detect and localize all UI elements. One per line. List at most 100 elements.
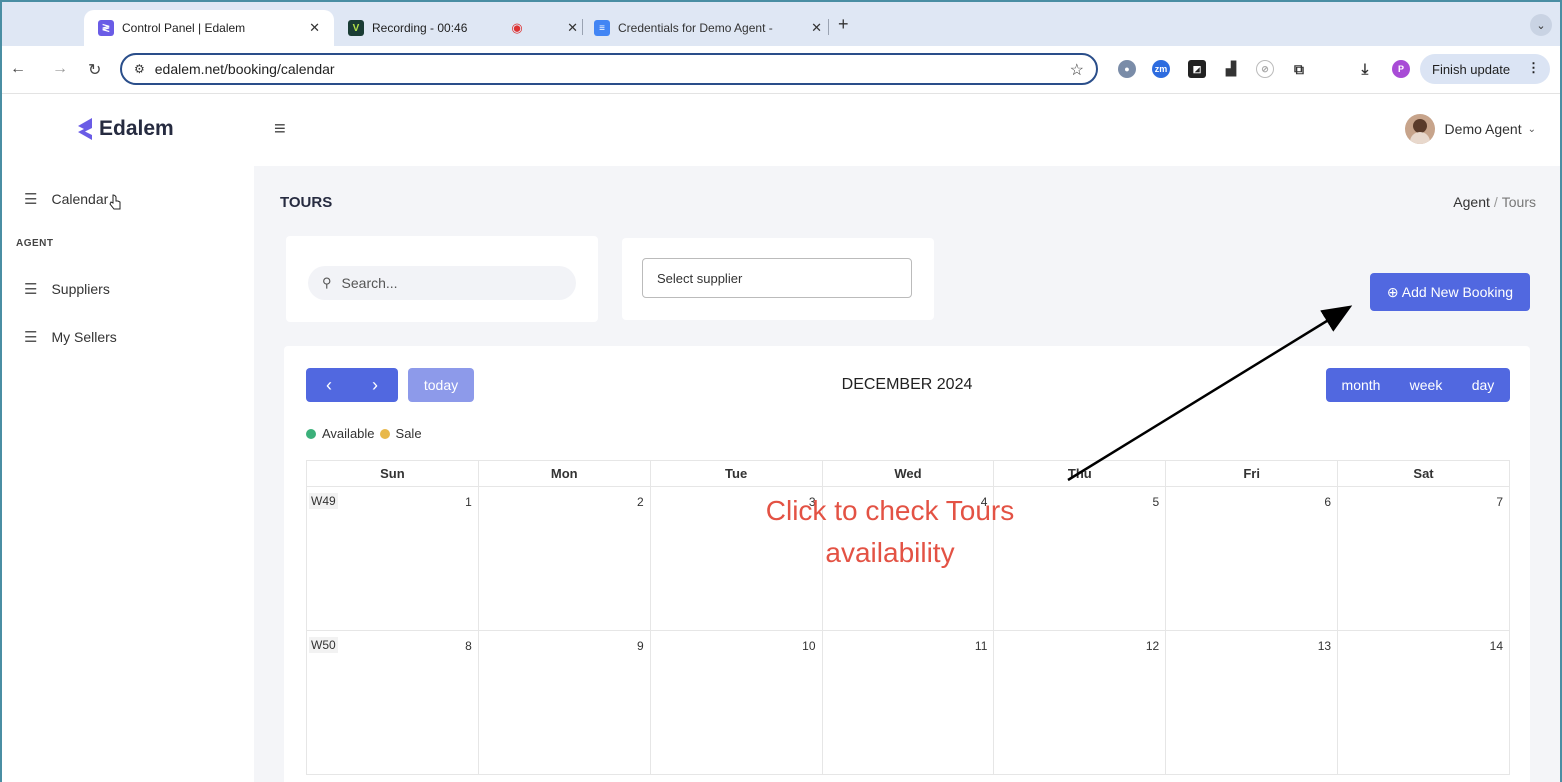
day-number[interactable]: 9 [637, 639, 644, 653]
view-day-button[interactable]: day [1456, 368, 1510, 402]
list-icon: ☰ [24, 191, 38, 208]
user-menu[interactable]: Demo Agent ⌄ [1404, 114, 1536, 144]
weekday-header: Thu [993, 460, 1167, 487]
extension-4-icon[interactable]: ▟ [1222, 60, 1240, 78]
sidebar-item-label: My Sellers [51, 329, 117, 345]
week-number: W49 [309, 493, 338, 509]
annotation-line: Click to check Tours [765, 495, 1015, 526]
day-cell[interactable]: 14 [1337, 630, 1510, 775]
day-number[interactable]: 1 [465, 495, 472, 509]
logo-text: Edalem [99, 117, 174, 140]
tab-divider [582, 19, 583, 35]
day-number[interactable]: 14 [1490, 639, 1503, 653]
view-month-button[interactable]: month [1326, 368, 1396, 402]
sidebar-item-label: Suppliers [51, 281, 110, 297]
search-placeholder: Search... [341, 275, 398, 291]
zoom-extension-icon[interactable]: zm [1152, 60, 1170, 78]
day-number[interactable]: 6 [1324, 495, 1331, 509]
finish-update-button[interactable]: Finish update ⋮ [1420, 54, 1550, 84]
day-cell[interactable]: 7 [1337, 486, 1510, 631]
avatar [1404, 114, 1435, 144]
extension-1-icon[interactable]: ● [1118, 60, 1136, 78]
tab-title: Recording - 00:46 [372, 21, 468, 35]
sidebar-item-my-sellers[interactable]: ☰ My Sellers [24, 328, 117, 346]
annotation-line: availability [825, 537, 955, 568]
day-number[interactable]: 2 [637, 495, 644, 509]
tab-search-chevron-icon[interactable]: ⌄ [1530, 14, 1552, 36]
sidebar-item-suppliers[interactable]: ☰ Suppliers [24, 280, 110, 298]
list-icon: ☰ [24, 281, 38, 298]
day-cell[interactable]: W49 1 [306, 486, 479, 631]
profile-icon[interactable]: P [1392, 60, 1410, 78]
day-cell[interactable]: 13 [1165, 630, 1339, 775]
reload-icon[interactable]: ↻ [88, 60, 101, 80]
hand-cursor-icon [109, 194, 121, 210]
sidebar-item-calendar[interactable]: ☰ Calendar [24, 190, 108, 208]
forward-icon[interactable]: → [52, 60, 68, 78]
legend-label: Available [322, 426, 375, 441]
tab-title: Control Panel | Edalem [122, 21, 246, 35]
tutorial-annotation: Click to check Tours availability [722, 490, 1058, 574]
sidebar-item-label: Calendar [51, 191, 109, 207]
extensions-puzzle-icon[interactable]: ⧉ [1290, 60, 1308, 78]
search-input[interactable]: ⚲ Search... [308, 266, 576, 300]
app: Edalem ≡ Demo Agent ⌄ ☰ Calendar AGENT ☰… [2, 94, 1560, 782]
supplier-select[interactable]: Select supplier [642, 258, 912, 298]
day-cell[interactable]: 9 [477, 630, 651, 775]
supplier-placeholder: Select supplier [657, 271, 743, 286]
day-number[interactable]: 13 [1318, 639, 1331, 653]
recording-favicon-icon: V [348, 20, 364, 36]
finish-update-label: Finish update [1432, 61, 1511, 77]
site-info-icon[interactable]: ⚙ [134, 62, 145, 76]
close-icon[interactable]: ✕ [309, 20, 320, 36]
logo[interactable]: Edalem [74, 116, 174, 142]
add-new-booking-button[interactable]: ⊕ Add New Booking [1370, 273, 1530, 311]
weekday-header: Mon [477, 460, 651, 487]
day-number[interactable]: 5 [1153, 495, 1160, 509]
day-cell[interactable]: W50 8 [306, 630, 479, 775]
close-icon[interactable]: ✕ [811, 20, 822, 36]
day-cell[interactable]: 2 [477, 486, 651, 631]
tab-strip: ≷ Control Panel | Edalem ✕ V Recording -… [2, 2, 1560, 46]
extension-3-icon[interactable]: ◩ [1188, 60, 1206, 78]
day-cell[interactable]: 6 [1165, 486, 1339, 631]
docs-favicon-icon: ≡ [594, 20, 610, 36]
back-icon[interactable]: ← [10, 60, 26, 78]
day-cell[interactable]: 10 [649, 630, 823, 775]
edalem-logo-icon [78, 118, 92, 140]
day-number[interactable]: 10 [802, 639, 815, 653]
day-cell[interactable]: 12 [993, 630, 1167, 775]
weekday-header-row: Sun Mon Tue Wed Thu Fri Sat [306, 460, 1510, 487]
user-name: Demo Agent [1444, 121, 1522, 137]
day-number[interactable]: 7 [1496, 495, 1503, 509]
menu-toggle-icon[interactable]: ≡ [274, 118, 286, 141]
breadcrumb-root[interactable]: Agent [1453, 194, 1490, 210]
weekday-header: Sat [1337, 460, 1510, 487]
extension-5-icon[interactable]: ⊘ [1256, 60, 1274, 78]
tab-credentials[interactable]: ≡ Credentials for Demo Agent - ✕ [594, 10, 822, 46]
search-card: ⚲ Search... [286, 236, 598, 322]
day-number[interactable]: 11 [975, 639, 987, 653]
legend-label: Sale [395, 426, 422, 441]
available-dot-icon [306, 428, 316, 439]
day-number[interactable]: 8 [465, 639, 472, 653]
day-number[interactable]: 12 [1146, 639, 1159, 653]
calendar-legend: Available Sale [306, 426, 422, 441]
view-week-button[interactable]: week [1396, 368, 1456, 402]
edalem-favicon-icon: ≷ [98, 20, 114, 36]
close-icon[interactable]: ✕ [567, 20, 578, 36]
bookmark-star-icon[interactable]: ☆ [1070, 60, 1084, 80]
address-bar[interactable]: ⚙ edalem.net/booking/calendar ☆ [120, 53, 1098, 85]
sale-dot-icon [379, 428, 390, 439]
more-menu-icon[interactable]: ⋮ [1527, 60, 1540, 76]
list-icon: ☰ [24, 329, 38, 346]
tab-recording[interactable]: V Recording - 00:46 ◉ ✕ [348, 10, 578, 46]
day-cell[interactable]: 11 [821, 630, 995, 775]
weekday-header: Wed [821, 460, 995, 487]
weekday-header: Tue [649, 460, 823, 487]
download-icon[interactable]: ⤓ [1356, 60, 1374, 78]
tab-control-panel[interactable]: ≷ Control Panel | Edalem ✕ [84, 10, 334, 46]
breadcrumb: Agent / Tours [1453, 194, 1536, 210]
new-tab-icon[interactable]: + [838, 14, 849, 35]
chevron-down-icon: ⌄ [1527, 123, 1536, 135]
